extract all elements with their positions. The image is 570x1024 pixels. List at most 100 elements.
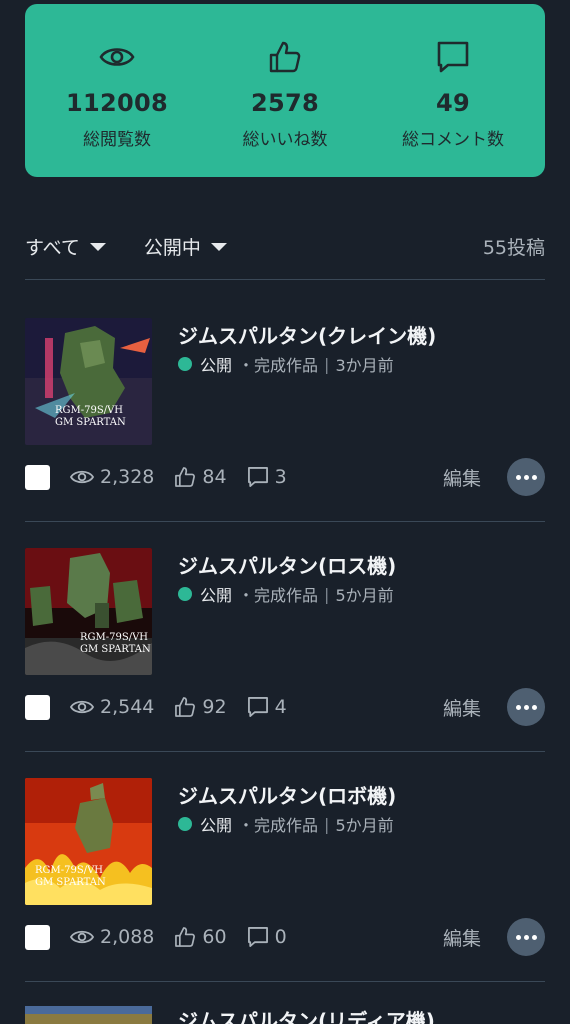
post-actions: 2,544 92 4 編集 — [25, 688, 545, 726]
divider — [25, 279, 545, 280]
select-checkbox[interactable] — [25, 464, 50, 490]
stat-total-likes: 2578 総いいね数 — [201, 4, 369, 177]
post-thumbnail[interactable]: RGM-79S/VH GM SPARTAN — [25, 318, 152, 445]
post-thumbnail[interactable]: RGM-79S/VH GM SPARTAN — [25, 548, 152, 675]
more-dot-icon — [515, 704, 521, 710]
thumbnail-caption: RGM-79S/VH — [35, 865, 103, 876]
thumbs-up-icon — [175, 697, 196, 717]
select-checkbox[interactable] — [25, 924, 50, 950]
category-dropdown[interactable]: すべて — [25, 233, 106, 260]
thumbnail-caption: GM SPARTAN — [35, 877, 106, 888]
post-status: 公開 — [200, 356, 233, 375]
thumbnail-caption: GM SPARTAN — [80, 644, 151, 655]
more-dot-icon — [523, 704, 529, 710]
comment-count-value: 0 — [274, 926, 287, 948]
filter-row: すべて 公開中 55投稿 — [25, 224, 545, 268]
meta-bullet: ・ — [238, 816, 255, 835]
post-time: 5か月前 — [335, 816, 394, 835]
more-dot-icon — [531, 704, 537, 710]
like-count: 60 — [174, 926, 227, 948]
post-category: 完成作品 — [254, 586, 319, 605]
post-meta: 公開 ・ 完成作品 | 3か月前 — [178, 352, 394, 376]
more-options-button[interactable] — [507, 688, 545, 726]
stat-total-views: 112008 総閲覧数 — [33, 4, 201, 177]
post-title[interactable]: ジムスパルタン(リディア機) — [178, 1006, 435, 1024]
status-dropdown[interactable]: 公開中 — [144, 233, 227, 260]
view-count-value: 2,088 — [100, 926, 155, 948]
caret-down-icon — [210, 243, 227, 251]
more-dot-icon — [523, 934, 529, 940]
post-category: 完成作品 — [254, 816, 319, 835]
edit-button[interactable]: 編集 — [443, 464, 481, 491]
post-status: 公開 — [200, 586, 233, 605]
like-count: 84 — [174, 466, 227, 488]
comment-count: 4 — [247, 696, 287, 718]
comment-icon — [436, 37, 470, 77]
more-dot-icon — [531, 934, 537, 940]
stat-value: 112008 — [66, 89, 168, 117]
comment-count-value: 4 — [274, 696, 287, 718]
more-options-button[interactable] — [507, 918, 545, 956]
view-count: 2,544 — [70, 696, 154, 718]
select-checkbox[interactable] — [25, 694, 50, 720]
post-actions: 2,328 84 3 編集 — [25, 458, 545, 496]
divider — [25, 521, 545, 522]
like-count-value: 84 — [202, 466, 227, 488]
post-title[interactable]: ジムスパルタン(クレイン機) — [178, 320, 436, 349]
like-count: 92 — [174, 696, 227, 718]
post-thumbnail[interactable] — [25, 1006, 152, 1024]
view-count: 2,088 — [70, 926, 154, 948]
post-title[interactable]: ジムスパルタン(ロボ機) — [178, 780, 396, 809]
post-count: 55投稿 — [482, 236, 545, 259]
stat-label: 総閲覧数 — [83, 130, 151, 150]
comment-icon — [247, 697, 268, 717]
like-count-value: 92 — [202, 696, 227, 718]
thumbs-up-icon — [175, 467, 196, 487]
more-options-button[interactable] — [507, 458, 545, 496]
stats-card: 112008 総閲覧数 2578 総いいね数 49 総コメント数 — [25, 4, 545, 177]
caret-down-icon — [89, 243, 106, 251]
post-category: 完成作品 — [254, 356, 319, 375]
more-dot-icon — [531, 474, 537, 480]
post-status: 公開 — [200, 816, 233, 835]
comment-count: 0 — [247, 926, 287, 948]
eye-icon — [70, 930, 94, 944]
post-item: RGM-79S/VH GM SPARTAN ジムスパルタン(クレイン機) 公開 … — [25, 318, 545, 518]
thumbnail-caption: RGM-79S/VH — [80, 632, 148, 643]
meta-separator: | — [324, 354, 330, 374]
meta-bullet: ・ — [238, 356, 255, 375]
divider — [25, 981, 545, 982]
comment-count-value: 3 — [274, 466, 287, 488]
stat-total-comments: 49 総コメント数 — [369, 4, 537, 177]
stat-label: 総コメント数 — [402, 130, 504, 150]
view-count: 2,328 — [70, 466, 154, 488]
post-item: RGM-79S/VH GM SPARTAN ジムスパルタン(ロボ機) 公開 ・ … — [25, 778, 545, 978]
stat-label: 総いいね数 — [242, 130, 328, 150]
meta-separator: | — [324, 814, 330, 834]
post-thumbnail[interactable]: RGM-79S/VH GM SPARTAN — [25, 778, 152, 905]
post-time: 5か月前 — [335, 586, 394, 605]
meta-bullet: ・ — [238, 586, 255, 605]
thumbs-up-icon — [268, 37, 302, 77]
post-meta: 公開 ・ 完成作品 | 5か月前 — [178, 582, 394, 606]
thumbnail-caption: GM SPARTAN — [55, 417, 126, 428]
status-dot-icon — [178, 587, 192, 601]
eye-icon — [99, 37, 135, 77]
more-dot-icon — [515, 474, 521, 480]
meta-separator: | — [324, 584, 330, 604]
post-title[interactable]: ジムスパルタン(ロス機) — [178, 550, 396, 579]
view-count-value: 2,544 — [100, 696, 155, 718]
thumbs-up-icon — [175, 927, 196, 947]
like-count-value: 60 — [202, 926, 227, 948]
comment-icon — [247, 467, 268, 487]
comment-icon — [247, 927, 268, 947]
thumbnail-caption: RGM-79S/VH — [55, 405, 123, 416]
eye-icon — [70, 470, 94, 484]
category-dropdown-label: すべて — [25, 236, 80, 259]
edit-button[interactable]: 編集 — [443, 924, 481, 951]
edit-button[interactable]: 編集 — [443, 694, 481, 721]
status-dropdown-label: 公開中 — [143, 236, 201, 259]
status-dot-icon — [178, 357, 192, 371]
post-time: 3か月前 — [335, 356, 394, 375]
status-dot-icon — [178, 817, 192, 831]
